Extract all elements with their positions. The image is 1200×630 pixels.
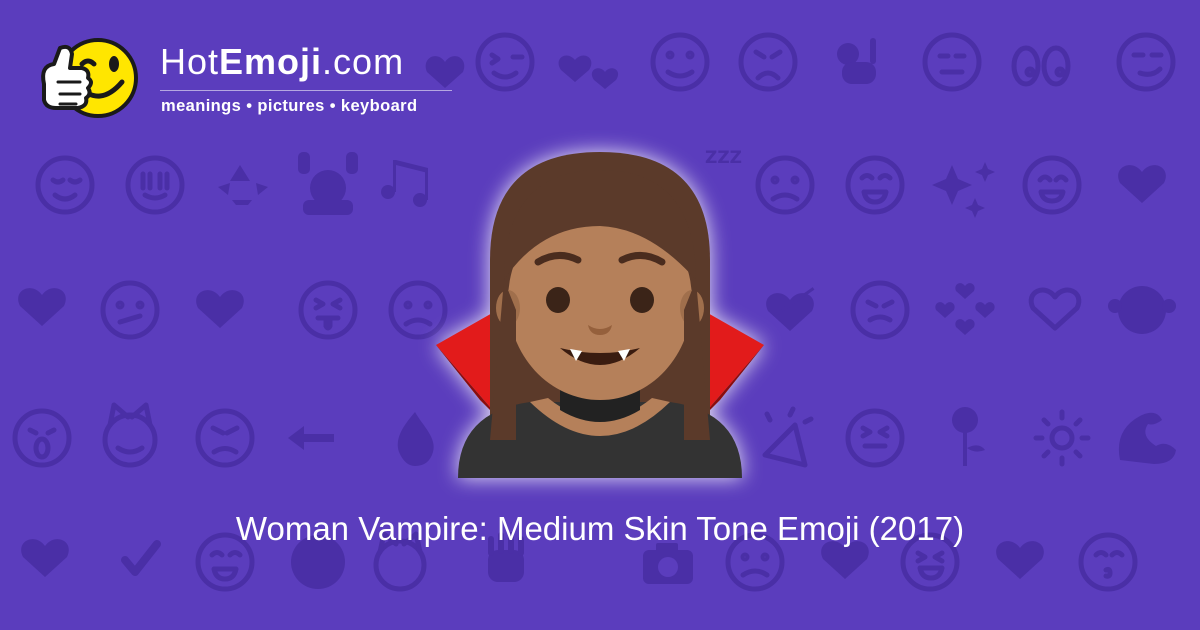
weary-face-icon [738,32,798,92]
see-no-evil-monkey-icon [1108,286,1176,334]
site-name-prefix: Hot [160,41,220,82]
two-hearts-icon [558,55,619,89]
squinting-tongue-face-icon [298,280,358,340]
smiling-face-with-smiling-eyes-icon [1022,155,1082,215]
site-name-suffix: .com [322,41,405,82]
angry-face-icon [195,408,255,468]
camera-icon [643,543,693,584]
logo-divider [160,90,452,91]
recycling-symbol-icon [218,165,268,205]
sparkles-icon [932,162,995,218]
smiling-face-icon [650,32,710,92]
grinning-squinting-face-icon [125,155,185,215]
striped-heart-icon [1118,165,1166,203]
site-logo[interactable]: HotEmoji.com meanings • pictures • keybo… [38,34,458,134]
site-name-bold: Emoji [219,41,323,82]
main-emoji [420,140,780,490]
site-tagline: meanings • pictures • keyboard [161,97,418,115]
smiling-face-with-hearts-icon [935,283,995,335]
site-name: HotEmoji.com [160,44,404,80]
woman-vampire-medium-skin-tone-icon [436,152,764,478]
left-arrow-icon [288,426,334,450]
winking-face-icon [475,32,535,92]
sun-icon [1033,409,1091,467]
smiling-cat-icon [102,402,158,468]
flexed-biceps-icon [1118,412,1176,464]
broken-heart-icon [18,288,66,326]
expressionless-face-icon [922,32,982,92]
heart-icon [1028,287,1082,331]
winking-thumbs-up-face-icon [41,38,138,118]
striped-heart-icon [196,290,244,328]
ok-hand-icon [837,38,876,84]
face-screaming-icon [12,408,72,468]
smirking-face-icon [1116,32,1176,92]
raising-hands-icon [298,152,358,215]
persevering-face-icon [850,280,910,340]
squinting-tongue-face-icon [845,408,905,468]
eyes-icon [1011,45,1071,87]
grinning-face-icon [845,155,905,215]
relieved-face-icon [35,155,95,215]
emoji-title: Woman Vampire: Medium Skin Tone Emoji (2… [235,510,965,547]
rose-icon [952,407,985,466]
check-mark-icon [121,540,161,576]
confused-face-icon [100,280,160,340]
